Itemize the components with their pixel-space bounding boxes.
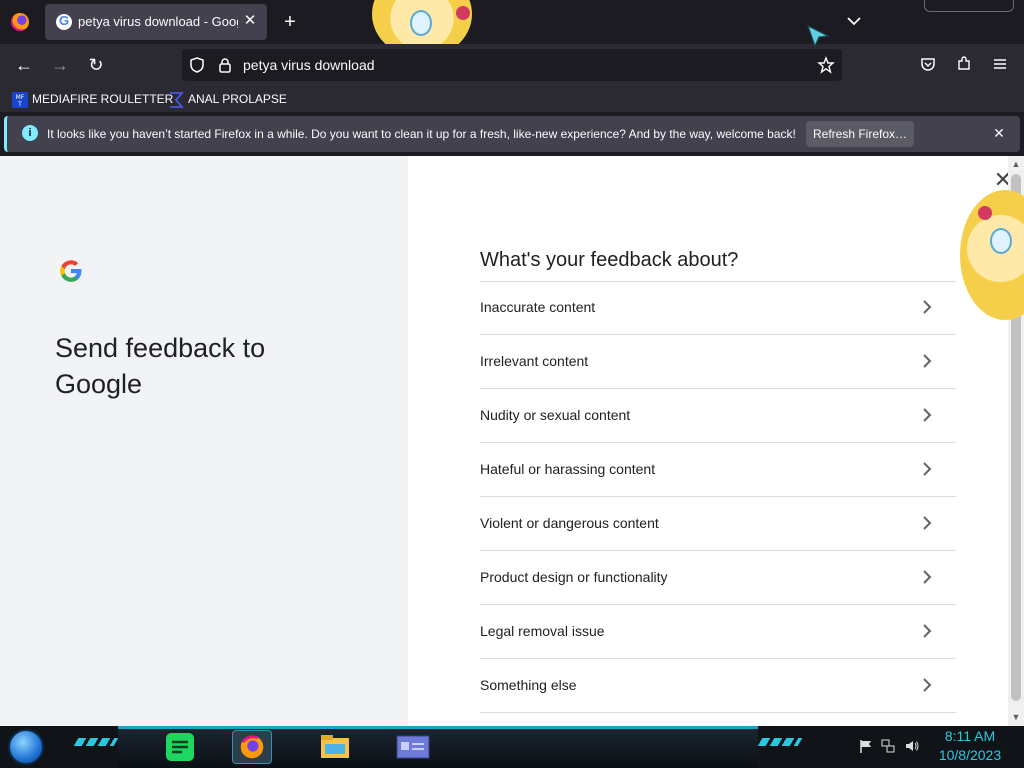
option-label: Violent or dangerous content bbox=[480, 515, 659, 531]
url-bar[interactable]: petya virus download bbox=[182, 49, 842, 81]
flag-icon[interactable] bbox=[858, 738, 874, 754]
taskbar-app-strip bbox=[118, 726, 758, 768]
feedback-left-panel: Send feedback to Google bbox=[0, 156, 408, 726]
option-violent-dangerous-content[interactable]: Violent or dangerous content bbox=[480, 497, 956, 551]
option-product-design[interactable]: Product design or functionality bbox=[480, 551, 956, 605]
option-label: Something else bbox=[480, 677, 577, 693]
hamburger-menu-icon[interactable] bbox=[991, 55, 1009, 73]
refresh-firefox-button[interactable]: Refresh Firefox… bbox=[806, 121, 914, 147]
firefox-app-icon[interactable] bbox=[232, 730, 272, 764]
scroll-down-arrow-icon[interactable]: ▼ bbox=[1010, 711, 1022, 723]
tab-active[interactable]: G petya virus download - Google Search ✕ bbox=[45, 4, 267, 40]
option-something-else[interactable]: Something else bbox=[480, 659, 956, 713]
app-window-icon[interactable] bbox=[393, 730, 433, 764]
firefox-logo-icon[interactable] bbox=[11, 13, 29, 31]
chevron-right-icon bbox=[923, 678, 932, 692]
clock-time[interactable]: 8:11 AM bbox=[940, 728, 1000, 744]
chevron-right-icon bbox=[923, 300, 932, 314]
bookmark-label: ANAL PROLAPSE bbox=[188, 92, 287, 106]
bookmark-item[interactable]: ANAL PROLAPSE bbox=[168, 90, 287, 108]
bookmarks-toolbar: MF T MEDIAFIRE ROULETTER ANAL PROLAPSE bbox=[0, 86, 1024, 112]
notification-close-icon[interactable]: ✕ bbox=[990, 124, 1008, 142]
pocket-icon[interactable] bbox=[919, 55, 937, 73]
info-icon: i bbox=[22, 125, 38, 141]
feedback-question: What's your feedback about? bbox=[480, 249, 739, 271]
option-label: Inaccurate content bbox=[480, 299, 596, 315]
navigation-toolbar: ← → ↻ petya virus download bbox=[0, 44, 1024, 86]
extensions-puzzle-icon[interactable] bbox=[955, 55, 973, 73]
option-label: Product design or functionality bbox=[480, 569, 668, 585]
chevron-right-icon bbox=[923, 570, 932, 584]
chevron-right-icon bbox=[923, 408, 932, 422]
new-tab-button[interactable]: + bbox=[278, 10, 302, 34]
bookmark-item[interactable]: MF T MEDIAFIRE ROULETTER bbox=[12, 90, 173, 108]
forward-button[interactable]: → bbox=[47, 52, 73, 78]
taskbar-decoration bbox=[757, 738, 803, 746]
chevron-right-icon bbox=[923, 354, 932, 368]
spotify-app-icon[interactable] bbox=[160, 730, 200, 764]
feedback-title: Send feedback to Google bbox=[55, 333, 266, 399]
option-label: Nudity or sexual content bbox=[480, 407, 631, 423]
list-all-tabs-chevron-icon[interactable] bbox=[843, 10, 865, 32]
network-icon[interactable] bbox=[880, 738, 896, 754]
taskbar-decoration bbox=[73, 738, 119, 746]
bookmark-label: MEDIAFIRE ROULETTER bbox=[32, 92, 174, 106]
file-explorer-app-icon[interactable] bbox=[315, 730, 355, 764]
bookmark-sigma-icon bbox=[170, 92, 184, 108]
notification-text: It looks like you haven’t started Firefo… bbox=[47, 127, 796, 141]
scroll-up-arrow-icon[interactable]: ▲ bbox=[1010, 158, 1022, 170]
clock-date[interactable]: 10/8/2023 bbox=[934, 747, 1006, 763]
chevron-right-icon bbox=[923, 462, 932, 476]
tab-title: petya virus download - Google Search bbox=[78, 14, 238, 29]
tracking-protection-shield-icon[interactable] bbox=[188, 56, 206, 74]
url-text[interactable]: petya virus download bbox=[243, 57, 375, 73]
start-button[interactable] bbox=[8, 729, 44, 765]
notification-bar: i It looks like you haven’t started Fire… bbox=[4, 116, 1020, 152]
chevron-right-icon bbox=[923, 516, 932, 530]
option-label: Irrelevant content bbox=[480, 353, 589, 369]
option-legal-removal[interactable]: Legal removal issue bbox=[480, 605, 956, 659]
reload-button[interactable]: ↻ bbox=[83, 52, 109, 78]
svg-text:T: T bbox=[17, 101, 22, 108]
feedback-options-list: Inaccurate content Irrelevant content Nu… bbox=[480, 281, 956, 713]
volume-icon[interactable] bbox=[904, 738, 920, 754]
page-content: Send feedback to Google ✕ What's your fe… bbox=[0, 156, 1024, 726]
option-hateful-harassing-content[interactable]: Hateful or harassing content bbox=[480, 443, 956, 497]
window-frame-decoration bbox=[924, 0, 1014, 12]
google-favicon-icon: G bbox=[56, 13, 72, 30]
option-nudity-sexual-content[interactable]: Nudity or sexual content bbox=[480, 389, 956, 443]
option-label: Hateful or harassing content bbox=[480, 461, 656, 477]
back-button[interactable]: ← bbox=[11, 52, 37, 78]
svg-text:MF: MF bbox=[16, 94, 25, 101]
mouse-cursor-icon bbox=[806, 24, 830, 48]
taskbar: 8:11 AM 10/8/2023 bbox=[0, 726, 1024, 768]
option-inaccurate-content[interactable]: Inaccurate content bbox=[480, 281, 956, 335]
google-logo-icon bbox=[60, 260, 82, 282]
tab-close-icon[interactable]: ✕ bbox=[241, 12, 259, 30]
system-tray bbox=[852, 736, 932, 756]
tab-strip: G petya virus download - Google Search ✕… bbox=[0, 0, 1024, 44]
lock-icon[interactable] bbox=[216, 56, 234, 74]
option-irrelevant-content[interactable]: Irrelevant content bbox=[480, 335, 956, 389]
bookmark-star-icon[interactable] bbox=[817, 56, 835, 74]
option-label: Legal removal issue bbox=[480, 623, 605, 639]
chevron-right-icon bbox=[923, 624, 932, 638]
mediafire-icon: MF T bbox=[12, 91, 28, 108]
